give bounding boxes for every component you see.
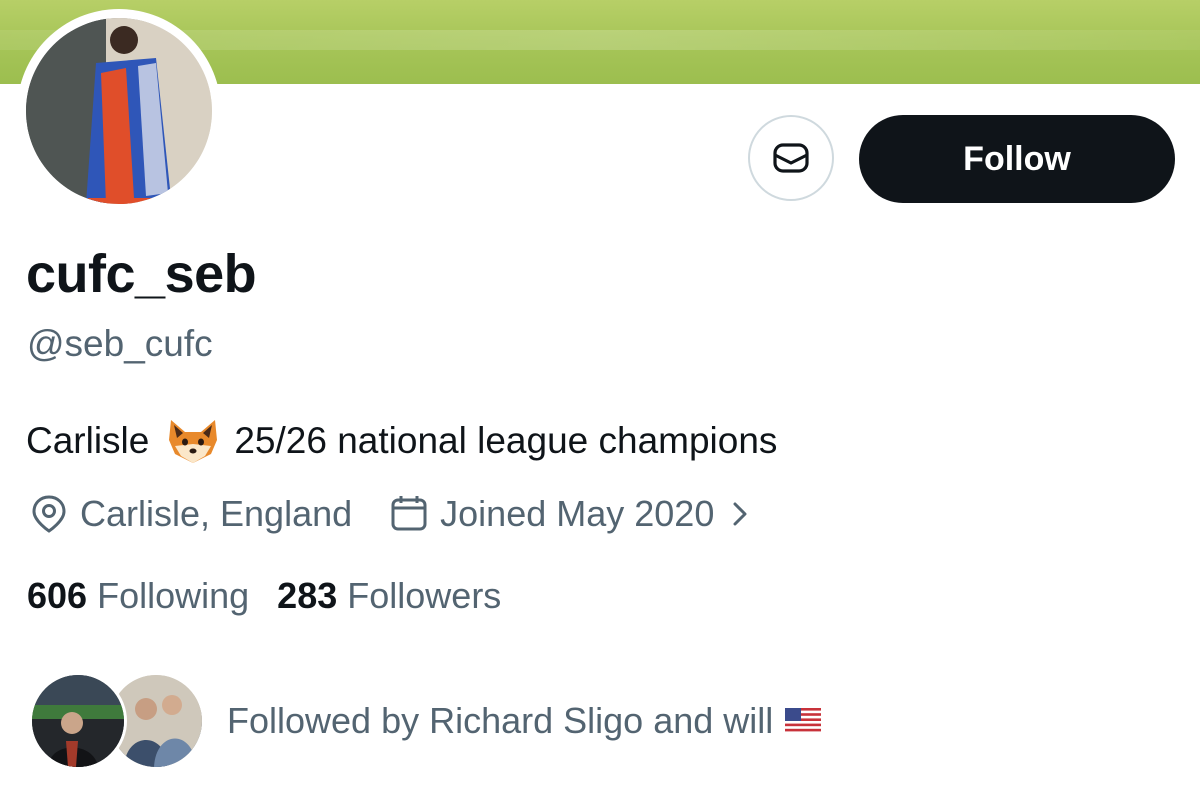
followers-count: 283 [277,575,338,616]
follow-button[interactable]: Follow [859,115,1175,203]
mutual-avatar [29,672,127,770]
follow-button-label: Follow [963,139,1071,178]
us-flag-icon [785,708,822,734]
following-label: Following [97,575,250,616]
bio-text-end: 25/26 national league champions [234,420,778,461]
avatar-illustration [26,18,212,204]
location-text: Carlisle, England [80,493,353,534]
user-handle: @seb_cufc [27,323,213,364]
followers-link[interactable]: 283 Followers [277,575,501,617]
message-button[interactable] [748,115,834,201]
display-name: cufc_seb [26,244,257,304]
bio-text-start: Carlisle [26,420,150,461]
followed-by-text: Followed by Richard Sligo and will [227,700,774,741]
following-count: 606 [27,575,88,616]
followed-by-text-wrap: Followed by Richard Sligo and will [227,700,822,742]
joined-date[interactable]: Joined May 2020 [440,493,714,535]
location-pin-icon [28,493,70,535]
calendar-icon [388,493,430,535]
follow-stats: 606 Following 283 Followers [27,575,501,617]
profile-meta: Carlisle, England Joined May 2020 [28,493,750,535]
profile-avatar[interactable] [17,9,221,213]
chevron-right-icon[interactable] [730,500,750,528]
fox-face-icon [169,420,218,463]
profile-bio: Carlisle 25/26 national league champions [26,418,777,464]
followed-by-row[interactable]: Followed by Richard Sligo and will [29,672,822,770]
followers-label: Followers [347,575,502,616]
avatar-photo [26,18,212,204]
envelope-icon [773,143,809,173]
following-link[interactable]: 606 Following [27,575,249,617]
